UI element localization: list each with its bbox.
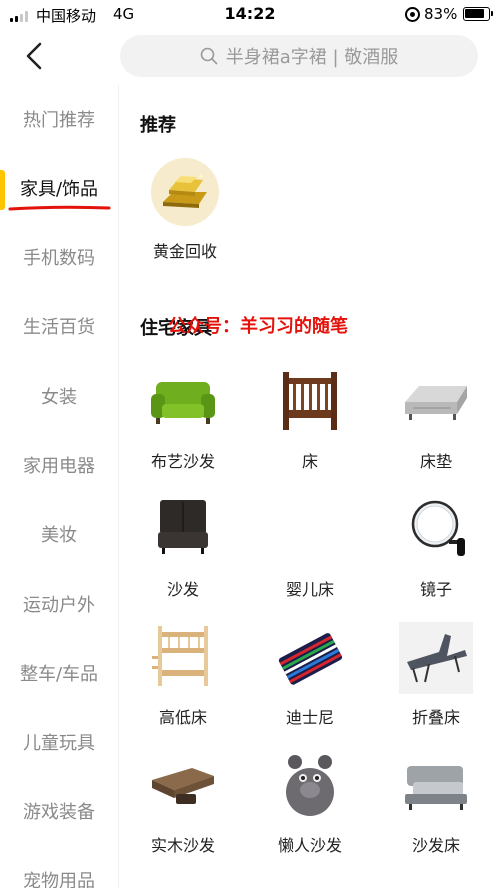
category-fabric-sofa[interactable]: 布艺沙发 [133, 366, 233, 472]
sidebar-item-games[interactable]: 游戏装备 [0, 793, 118, 833]
category-mirror[interactable]: 镜子 [386, 494, 486, 600]
category-label: 镜子 [419, 580, 452, 599]
category-bean-bag[interactable]: 懒人沙发 [260, 750, 360, 856]
sidebar-item-hot[interactable]: 热门推荐 [0, 101, 118, 141]
green-sofa-image [146, 366, 220, 438]
orientation-lock-icon [405, 7, 420, 22]
category-label: 折叠床 [411, 708, 460, 727]
sidebar-item-cars[interactable]: 整车/车品 [0, 655, 118, 695]
category-mattress[interactable]: 床垫 [386, 366, 486, 472]
category-disney[interactable]: 迪士尼 [260, 622, 360, 728]
category-crib[interactable]: 婴儿床 [260, 494, 360, 600]
battery-percent: 83% [424, 5, 458, 23]
chevron-left-icon [26, 42, 42, 70]
sidebar-item-women[interactable]: 女装 [0, 378, 118, 418]
sidebar-item-beauty[interactable]: 美妆 [0, 516, 118, 556]
sidebar-item-toys[interactable]: 儿童玩具 [0, 724, 118, 764]
category-label: 黄金回收 [152, 242, 217, 261]
black-sofa-image [146, 494, 220, 566]
sidebar-item-appliances[interactable]: 家用电器 [0, 447, 118, 487]
category-label: 迪士尼 [285, 708, 334, 727]
category-label: 婴儿床 [285, 580, 334, 599]
category-label: 实木沙发 [150, 836, 215, 855]
category-label: 懒人沙发 [277, 836, 342, 855]
category-label: 床 [301, 452, 318, 471]
category-sofa[interactable]: 沙发 [133, 494, 233, 600]
search-icon [200, 47, 218, 65]
battery-icon [463, 7, 493, 21]
search-placeholder: 半身裙a字裙 | 敬酒服 [225, 47, 399, 68]
bean-bag-image [273, 750, 347, 822]
category-folding-bed[interactable]: 折叠床 [386, 622, 486, 728]
folding-bed-image [399, 622, 473, 694]
search-input[interactable]: 半身裙a字裙 | 敬酒服 [120, 35, 478, 77]
sidebar-item-daily[interactable]: 生活百货 [0, 308, 118, 348]
category-label: 床垫 [419, 452, 452, 471]
status-bar: 中国移动 4G 14:22 83% [0, 0, 500, 30]
crib-image [273, 494, 347, 566]
sofa-bed-image [399, 750, 473, 822]
category-gold-recycle[interactable]: 黄金回收 [140, 158, 230, 262]
bunk-bed-image [146, 622, 220, 694]
category-wood-sofa[interactable]: 实木沙发 [133, 750, 233, 856]
category-label: 高低床 [158, 708, 207, 727]
wood-sofa-image [146, 750, 220, 822]
gold-bar-icon [151, 158, 219, 226]
sidebar-item-furniture[interactable]: 家具/饰品 [0, 170, 118, 210]
sidebar-item-sports[interactable]: 运动户外 [0, 586, 118, 626]
back-button[interactable] [18, 38, 52, 74]
category-label: 布艺沙发 [150, 452, 215, 471]
watermark: 公众号：羊习习的随笔 [168, 316, 348, 337]
mirror-image [399, 494, 473, 566]
sidebar-divider [118, 85, 119, 888]
category-label: 沙发床 [411, 836, 460, 855]
sidebar-item-pets[interactable]: 宠物用品 [0, 862, 118, 888]
category-sofa-bed[interactable]: 沙发床 [386, 750, 486, 856]
mattress-image [399, 366, 473, 438]
category-label: 沙发 [166, 580, 199, 599]
striped-mat-image [273, 622, 347, 694]
wooden-bed-image [273, 366, 347, 438]
sidebar-item-digital[interactable]: 手机数码 [0, 239, 118, 279]
category-bunk-bed[interactable]: 高低床 [133, 622, 233, 728]
active-underline [8, 205, 111, 211]
category-bed[interactable]: 床 [260, 366, 360, 472]
section-title-recommend: 推荐 [140, 115, 176, 136]
